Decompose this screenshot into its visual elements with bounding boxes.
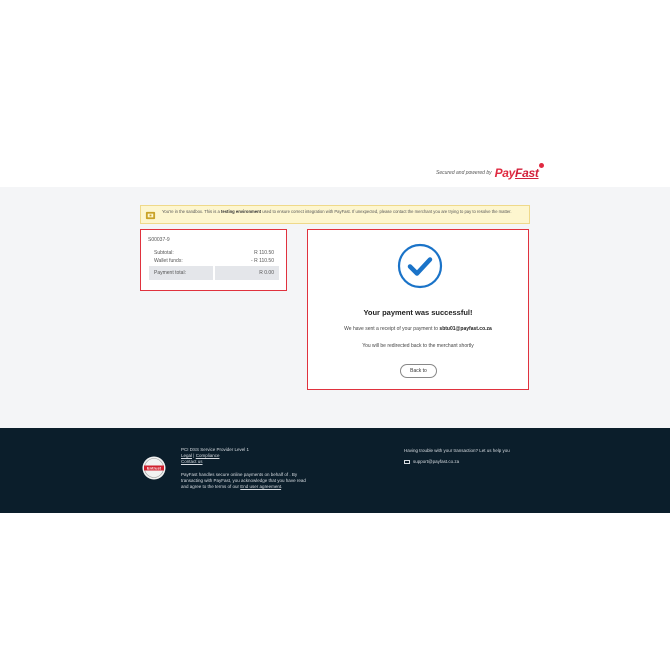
envelope-icon [404, 460, 410, 464]
wallet-label: Wallet funds: [154, 258, 183, 264]
disclaimer-line-3-text: and agree to the terms of our [181, 484, 241, 490]
sandbox-banner-text: You're in the sandbox. This is a testing… [162, 209, 512, 215]
banner-text-bold: testing environment [221, 209, 262, 214]
entrust-seal-icon: Entrust [142, 456, 166, 480]
disclaimer-line-1: PayFast handles secure online payments o… [181, 471, 298, 477]
logo-mark-icon [538, 163, 544, 168]
payment-total-label: Payment total: [149, 266, 213, 280]
logo-pay: Pay [494, 166, 516, 180]
footer [0, 428, 670, 513]
payment-total-row: Payment total: R 0.00 [149, 266, 279, 280]
wallet-value: - R 110.50 [251, 258, 274, 264]
logo-fast: Fast [515, 166, 539, 180]
support-email-row: support@payfast.co.za [404, 459, 510, 465]
receipt-message: We have sent a receipt of your payment t… [308, 326, 528, 332]
top-area [0, 0, 670, 187]
powered-by: Secured and powered by PayFast [436, 163, 544, 180]
compliance-link[interactable]: Compliance [196, 453, 220, 458]
sandbox-warning-icon [145, 211, 156, 220]
subtotal-label: Subtotal: [154, 250, 174, 256]
footer-help: Having trouble with your transaction? Le… [404, 448, 510, 465]
success-title: Your payment was successful! [363, 308, 473, 317]
banner-text-2: used to ensure correct integration with … [261, 209, 512, 214]
payfast-logo: PayFast [494, 163, 544, 180]
contact-us-link[interactable]: Contact us [181, 459, 306, 465]
subtotal-value: R 110.50 [254, 250, 274, 256]
entrust-seal-text: Entrust [147, 465, 162, 470]
disclaimer-line-3: and agree to the terms of our End user a… [181, 484, 306, 490]
sandbox-banner: You're in the sandbox. This is a testing… [140, 205, 530, 224]
receipt-email: sbtu01@payfast.co.za [439, 326, 492, 332]
footer-disclaimer: PayFast handles secure online payments o… [181, 472, 306, 491]
redirect-message: You will be redirected back to the merch… [362, 343, 474, 349]
legal-link[interactable]: Legal [181, 453, 192, 458]
legal-separator: | [193, 453, 195, 459]
payment-result-card: Your payment was successful! We have sen… [307, 229, 529, 390]
back-to-merchant-button[interactable]: Back to [400, 364, 437, 378]
payment-total-value: R 0.00 [215, 266, 279, 280]
success-check-icon [397, 243, 443, 289]
help-text: Having trouble with your transaction? Le… [404, 448, 510, 453]
order-reference: S00037-9 [148, 237, 170, 243]
receipt-text: We have sent a receipt of your payment t… [344, 326, 440, 332]
banner-text-1: You're in the sandbox. This is a [162, 209, 221, 214]
disclaimer-end: . [281, 484, 283, 490]
powered-by-text: Secured and powered by [436, 170, 492, 176]
footer-info: PCI DSS Service Provider Level 1 Legal |… [181, 447, 306, 490]
support-email[interactable]: support@payfast.co.za [413, 459, 459, 465]
subtotal-row: Subtotal: R 110.50 [154, 250, 274, 256]
bottom-area [0, 513, 670, 670]
order-summary: S00037-9 Subtotal: R 110.50 Wallet funds… [140, 229, 287, 291]
wallet-row: Wallet funds: - R 110.50 [154, 258, 274, 264]
end-user-agreement-link[interactable]: End user agreement [240, 484, 281, 489]
